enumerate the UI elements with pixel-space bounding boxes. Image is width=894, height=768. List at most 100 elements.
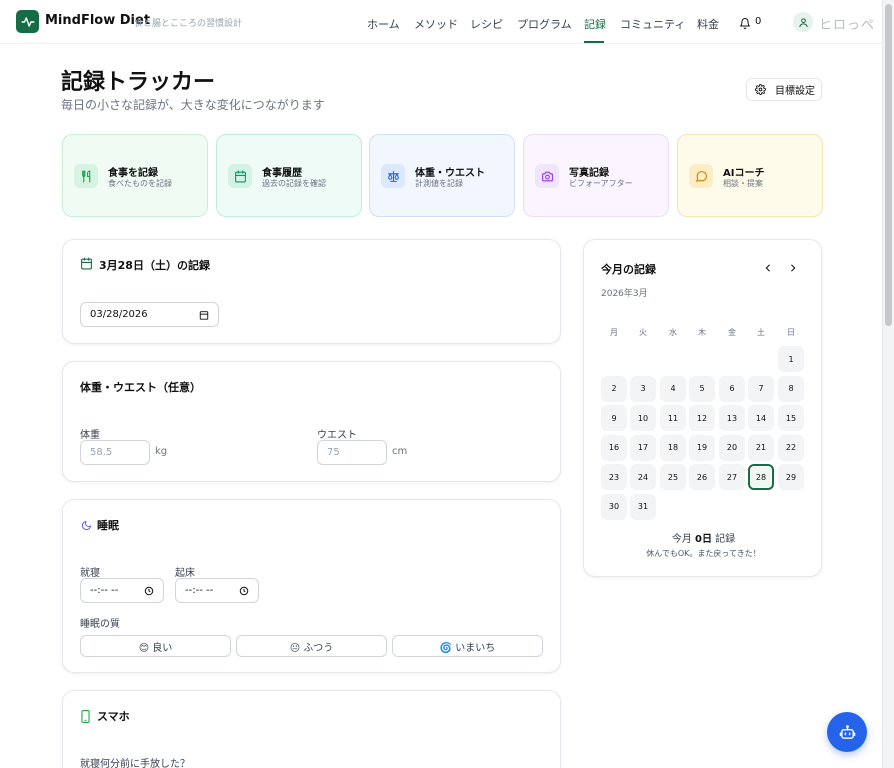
- calendar-day[interactable]: 14: [748, 405, 774, 431]
- scrollbar-thumb[interactable]: [885, 4, 892, 326]
- quick-card-title: 体重・ウエスト: [415, 168, 485, 179]
- sleep-quality-label: 睡眠の質: [80, 619, 120, 630]
- calendar-day-today[interactable]: 28: [748, 464, 774, 490]
- record-count-value: 0日: [695, 534, 712, 545]
- sleep-section-title: 睡眠: [97, 519, 119, 532]
- phone-section-card: スマホ 就寝何分前に手放した？: [62, 690, 561, 768]
- quick-card-subtitle: ビフォーアフター: [569, 179, 633, 188]
- weekday-label: 金: [728, 328, 736, 337]
- chevron-left-icon[interactable]: [762, 262, 774, 274]
- nav-link-pricing[interactable]: 料金: [697, 16, 719, 32]
- brand-logo[interactable]: [16, 10, 39, 33]
- calendar-day[interactable]: 8: [778, 375, 804, 402]
- calendar-day[interactable]: 2: [601, 375, 627, 402]
- pulse-icon: [20, 16, 35, 27]
- ai-chat-fab[interactable]: [827, 712, 867, 752]
- chevron-right-icon[interactable]: [787, 262, 799, 274]
- calendar-day[interactable]: 23: [601, 464, 627, 490]
- calendar-day[interactable]: 25: [660, 464, 686, 490]
- calendar-day[interactable]: 19: [689, 434, 715, 461]
- calendar-day[interactable]: 27: [719, 464, 745, 490]
- weight-input[interactable]: 58.5: [80, 440, 150, 465]
- waist-unit: cm: [392, 446, 408, 457]
- calendar-day[interactable]: 10: [630, 405, 656, 431]
- date-input[interactable]: 03/28/2026: [80, 302, 219, 327]
- sleep-quality-normal-button[interactable]: 😐 ふつう: [236, 635, 387, 657]
- top-navbar: MindFlow Diet 食と腸とこころの習慣設計 ホーム メソッド レシピ …: [0, 0, 882, 44]
- calendar-day[interactable]: 6: [719, 375, 745, 402]
- nav-link-community[interactable]: コミュニティ: [620, 16, 685, 32]
- calendar-day[interactable]: 11: [660, 405, 686, 431]
- goal-settings-button[interactable]: 目標設定: [746, 78, 822, 101]
- scale-icon: [381, 164, 405, 188]
- quick-card-meal-history[interactable]: 食事履歴 過去の記録を確認: [216, 134, 362, 217]
- quick-card-ai-coach[interactable]: AIコーチ 相談・提案: [677, 134, 823, 217]
- goal-settings-label: 目標設定: [775, 86, 815, 97]
- record-count-prefix: 今月: [671, 534, 692, 545]
- user-name[interactable]: ヒロっぺ: [819, 14, 875, 33]
- bedtime-placeholder: --:-- --: [90, 585, 119, 596]
- calendar-day[interactable]: 3: [630, 375, 656, 402]
- calendar-day[interactable]: 29: [778, 464, 804, 490]
- calendar-day[interactable]: 31: [630, 493, 656, 520]
- quick-card-subtitle: 食べたものを記録: [108, 179, 172, 188]
- nav-link-recipe[interactable]: レシピ: [470, 16, 503, 32]
- notification-count: 0: [755, 16, 762, 27]
- calendar-encouragement: 休んでもOK。また戻ってきた！: [646, 549, 761, 558]
- calendar-day[interactable]: 16: [601, 434, 627, 461]
- clock-icon[interactable]: [144, 586, 154, 596]
- nav-link-records[interactable]: 記録: [584, 16, 606, 32]
- record-count-suffix: 記録: [715, 534, 736, 545]
- quick-card-log-meal[interactable]: 食事を記録 食べたものを記録: [62, 134, 208, 217]
- calendar-icon: [228, 164, 252, 188]
- calendar-day[interactable]: 9: [601, 405, 627, 431]
- quick-card-subtitle: 計測値を記録: [415, 179, 463, 188]
- calendar-day[interactable]: 17: [630, 434, 656, 461]
- clock-icon[interactable]: [239, 586, 249, 596]
- calendar-day[interactable]: 1: [778, 346, 804, 372]
- quick-card-subtitle: 相談・提案: [723, 179, 763, 188]
- calendar-day[interactable]: 26: [689, 464, 715, 490]
- calendar-day[interactable]: 5: [689, 375, 715, 402]
- sleep-quality-poor-button[interactable]: 🌀 いまいち: [392, 635, 543, 657]
- page-title: 記録トラッカー: [61, 70, 216, 95]
- bedtime-input[interactable]: --:-- --: [80, 578, 164, 603]
- calendar-day[interactable]: 20: [719, 434, 745, 461]
- calendar-day[interactable]: 4: [660, 375, 686, 402]
- user-avatar[interactable]: [793, 12, 813, 32]
- calendar-picker-icon[interactable]: [199, 310, 209, 320]
- calendar-day[interactable]: 21: [748, 434, 774, 461]
- calendar-day[interactable]: 24: [630, 464, 656, 490]
- calendar-day[interactable]: 12: [689, 405, 715, 431]
- utensils-icon: [74, 164, 98, 188]
- calendar-day[interactable]: 7: [748, 375, 774, 402]
- phone-question-label: 就寝何分前に手放した？: [80, 759, 190, 768]
- waist-input[interactable]: 75: [317, 440, 387, 465]
- nav-link-method[interactable]: メソッド: [414, 16, 458, 32]
- nav-link-home[interactable]: ホーム: [367, 16, 400, 32]
- weekday-label: 土: [757, 328, 765, 337]
- phone-section-title: スマホ: [97, 710, 130, 723]
- nav-link-program[interactable]: プログラム: [517, 16, 572, 32]
- wake-placeholder: --:-- --: [185, 585, 214, 596]
- calendar-day[interactable]: 30: [601, 493, 627, 520]
- calendar-day[interactable]: 15: [778, 405, 804, 431]
- sleep-quality-good-button[interactable]: 😊 良い: [80, 635, 231, 657]
- weekday-label: 火: [639, 328, 647, 337]
- date-section-title: 3月28日（土）の記録: [99, 259, 210, 272]
- wake-input[interactable]: --:-- --: [175, 578, 259, 603]
- calendar-day[interactable]: 18: [660, 434, 686, 461]
- bell-icon[interactable]: [739, 15, 751, 34]
- calendar-month-label: 2026年3月: [601, 289, 648, 299]
- quick-card-title: AIコーチ: [723, 168, 765, 179]
- quick-card-subtitle: 過去の記録を確認: [262, 179, 326, 188]
- calendar-day[interactable]: 13: [719, 405, 745, 431]
- calendar-day[interactable]: 22: [778, 434, 804, 461]
- user-icon: [798, 17, 808, 27]
- quick-card-photo-record[interactable]: 写真記録 ビフォーアフター: [523, 134, 669, 217]
- body-section-title: 体重・ウエスト（任意）: [80, 381, 201, 394]
- calendar-title: 今月の記録: [601, 263, 656, 276]
- smartphone-icon: [81, 710, 90, 723]
- quick-card-weight-waist[interactable]: 体重・ウエスト 計測値を記録: [369, 134, 515, 217]
- date-section-card: 3月28日（土）の記録 03/28/2026: [62, 239, 561, 344]
